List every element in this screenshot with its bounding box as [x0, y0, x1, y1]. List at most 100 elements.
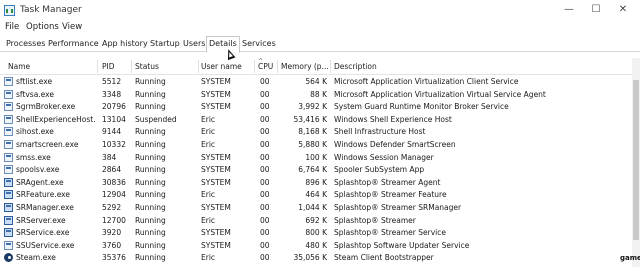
cell-status: Running	[135, 190, 166, 200]
cell-pid: 30836	[102, 177, 126, 187]
cell-description: Splashtop® Streamer Feature	[334, 190, 447, 200]
app-window-icon	[4, 102, 13, 112]
cell-memory: 800 K	[305, 228, 327, 238]
column-divider[interactable]	[131, 60, 132, 73]
cell-cpu: 00	[260, 228, 270, 238]
cell-status: Running	[135, 165, 166, 175]
menu-view[interactable]: View	[62, 22, 82, 32]
cell-memory: 6,764 K	[298, 165, 327, 175]
table-row[interactable]: smartscreen.exe 10332 Running Eric 00 5,880 K…	[0, 138, 640, 151]
column-header-description[interactable]: Description	[334, 62, 534, 71]
cell-cpu: 00	[260, 127, 270, 137]
column-divider[interactable]	[198, 60, 199, 73]
table-row[interactable]: SSUService.exe 3760 Running SYSTEM 00 480 K Sp…	[0, 239, 640, 252]
cell-memory: 53,416 K	[293, 114, 327, 124]
cell-description: Splashtop Software Updater Service	[334, 240, 470, 250]
tab-startup[interactable]: Startup	[148, 37, 182, 52]
cell-pid: 10332	[102, 139, 126, 149]
cell-memory: 464 K	[305, 190, 327, 200]
vertical-scrollbar[interactable]	[632, 58, 640, 267]
table-row[interactable]: SRServer.exe 12700 Running Eric 00 692 K Splas…	[0, 214, 640, 227]
app-window-icon	[4, 139, 13, 149]
column-header-cpu[interactable]: CPU	[258, 62, 278, 71]
cell-name: SRServer.exe	[16, 215, 66, 225]
cell-pid: 3348	[102, 89, 122, 99]
cell-description: Splashtop® Streamer	[334, 215, 416, 225]
column-header-status[interactable]: Status	[135, 62, 195, 71]
tab-services[interactable]: Services	[240, 37, 278, 52]
splashtop-icon	[4, 228, 13, 238]
cell-status: Running	[135, 253, 166, 263]
table-row[interactable]: sihost.exe 9144 Running Eric 00 8,168 K Shell …	[0, 125, 640, 138]
cell-cpu: 00	[260, 77, 270, 86]
tab-details[interactable]: Details	[206, 36, 240, 53]
cell-name: SRService.exe	[16, 228, 70, 238]
cell-cpu: 00	[260, 253, 270, 263]
cell-description: Shell Infrastructure Host	[334, 127, 426, 137]
cell-cpu: 00	[260, 102, 270, 112]
table-row[interactable]: SRService.exe 3920 Running SYSTEM 00 800 K Spl…	[0, 226, 640, 239]
table-row[interactable]: ShellExperienceHost.... 13104 Suspended Eri…	[0, 113, 640, 126]
cell-status: Running	[135, 240, 166, 250]
cell-memory: 480 K	[305, 240, 327, 250]
column-divider[interactable]	[330, 60, 331, 73]
table-row[interactable]: sftlist.exe 5512 Running SYSTEM 00 564 K Micro…	[0, 75, 640, 88]
cell-memory: 3,992 K	[298, 102, 327, 112]
column-header-pid[interactable]: PID	[102, 62, 132, 71]
title-bar: Task Manager — ☐ ✕	[0, 0, 640, 21]
table-row[interactable]: SgrmBroker.exe 20796 Running SYSTEM 00 3,992 …	[0, 100, 640, 113]
cell-name: SSUService.exe	[16, 240, 75, 250]
column-divider[interactable]	[277, 60, 278, 73]
cell-memory: 8,168 K	[298, 127, 327, 137]
cell-user: SYSTEM	[201, 77, 231, 86]
table-row[interactable]: spoolsv.exe 2864 Running SYSTEM 00 6,764 K Spo…	[0, 163, 640, 176]
column-header-name[interactable]: Name	[8, 62, 96, 71]
table-row[interactable]: sftvsa.exe 3348 Running SYSTEM 00 88 K Microso…	[0, 88, 640, 101]
column-divider[interactable]	[254, 60, 255, 73]
tab-users[interactable]: Users	[181, 37, 207, 52]
cell-pid: 9144	[102, 127, 122, 137]
task-manager-icon	[4, 5, 15, 16]
table-header: Name PID Status User name ^ CPU Memory (…	[0, 58, 640, 75]
close-button[interactable]: ✕	[614, 2, 632, 18]
cell-cpu: 00	[260, 152, 270, 162]
splashtop-icon	[4, 177, 13, 187]
splashtop-icon	[4, 190, 13, 200]
table-row[interactable]: SRAgent.exe 30836 Running SYSTEM 00 896 K Spla…	[0, 176, 640, 189]
cell-pid: 12904	[102, 190, 126, 200]
column-header-user-name[interactable]: User name	[201, 62, 251, 71]
cell-memory: 1,044 K	[298, 202, 327, 212]
cell-description: Windows Shell Experience Host	[334, 114, 452, 124]
tab-performance[interactable]: Performance	[46, 37, 101, 52]
scrollbar-thumb[interactable]	[633, 80, 639, 240]
column-divider[interactable]	[97, 60, 98, 73]
printer-icon	[4, 165, 13, 175]
cell-status: Running	[135, 228, 166, 238]
table-row[interactable]: SRFeature.exe 12904 Running Eric 00 464 K Spla…	[0, 188, 640, 201]
cell-cpu: 00	[260, 215, 270, 225]
menu-file[interactable]: File	[5, 22, 19, 32]
cell-name: sftlist.exe	[16, 77, 53, 86]
cell-user: SYSTEM	[201, 89, 231, 99]
cell-user: SYSTEM	[201, 202, 231, 212]
cell-description: Steam Client Bootstrapper	[334, 253, 434, 263]
steam-icon	[4, 253, 13, 263]
table-row[interactable]: SRManager.exe 5292 Running SYSTEM 00 1,044 K S…	[0, 201, 640, 214]
cell-name: sihost.exe	[16, 127, 54, 137]
menu-options[interactable]: Options	[26, 22, 59, 32]
table-row[interactable]: smss.exe 384 Running SYSTEM 00 100 K Windows S…	[0, 151, 640, 164]
app-window-icon	[4, 127, 13, 137]
minimize-button[interactable]: —	[560, 2, 578, 18]
cell-status: Running	[135, 127, 166, 137]
app-window-icon	[4, 77, 13, 86]
tab-app-history[interactable]: App history	[100, 37, 150, 52]
tab-processes[interactable]: Processes	[4, 37, 47, 52]
cell-pid: 5292	[102, 202, 122, 212]
cell-memory: 896 K	[305, 177, 327, 187]
table-row[interactable]: Steam.exe 35376 Running Eric 00 35,056 K Steam…	[0, 251, 640, 264]
maximize-button[interactable]: ☐	[587, 2, 605, 18]
menu-bar: File Options View	[0, 21, 640, 35]
cell-user: SYSTEM	[201, 240, 231, 250]
column-header-memory[interactable]: Memory (p...	[281, 62, 329, 71]
cell-status: Running	[135, 102, 166, 112]
